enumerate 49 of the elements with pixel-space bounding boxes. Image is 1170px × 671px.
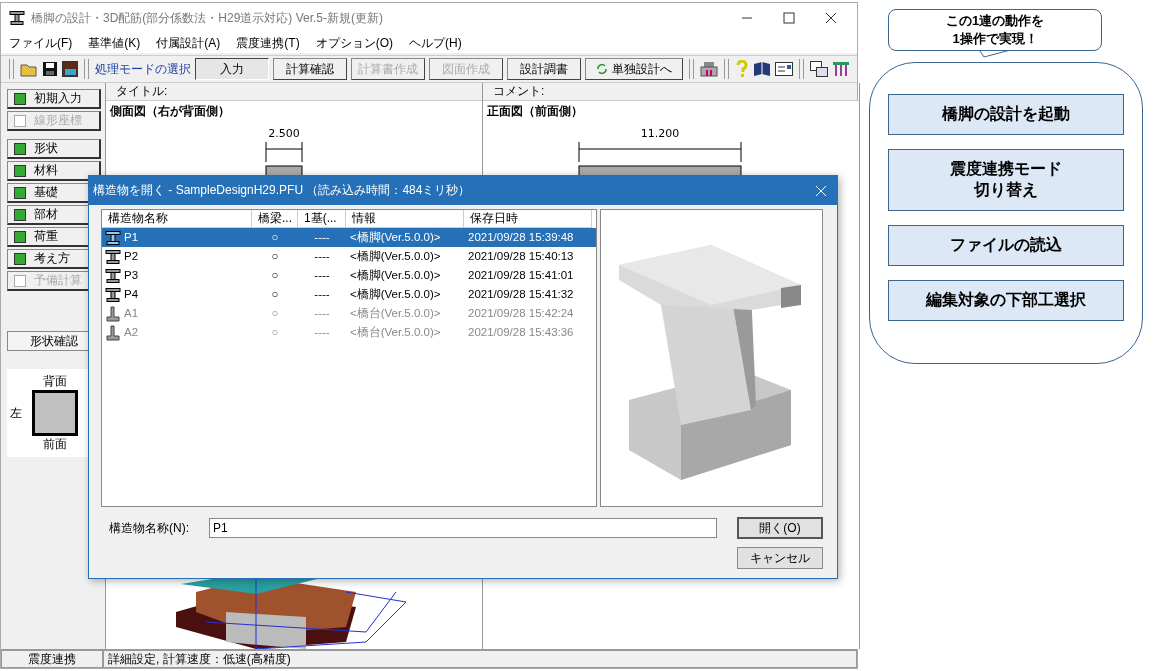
step-text: 編集対象の下部工選択 xyxy=(924,290,1087,310)
table-cell-text: 2021/09/28 15:41:32 xyxy=(467,287,575,302)
table-cell-text: P1 xyxy=(124,230,139,245)
table-cell-text: ---- xyxy=(313,325,331,340)
table-cell-text: ---- xyxy=(313,268,331,283)
orientation-label: 左 xyxy=(10,404,22,422)
drawing-title: 側面図（右が背面側） xyxy=(109,103,231,120)
table-cell-text: <橋脚(Ver.5.0.0)> xyxy=(349,230,442,245)
table-cell-text: 2021/09/28 15:40:13 xyxy=(467,249,575,264)
table-cell-text: P3 xyxy=(124,268,139,283)
table-cell-text: <橋脚(Ver.5.0.0)> xyxy=(349,287,442,302)
table-cell-text: A2 xyxy=(124,325,139,340)
table-cell-text: ○ xyxy=(270,230,280,245)
table-cell-text: P4 xyxy=(124,287,139,302)
table-cell-text: 2021/09/28 15:42:24 xyxy=(467,306,575,321)
mode-label: 処理モードの選択 xyxy=(95,60,191,78)
dimension-value: 2.500 xyxy=(268,127,300,140)
status-mode: 震度連携 xyxy=(1,650,103,668)
table-cell-text: ---- xyxy=(313,249,331,264)
step-text: 橋脚の設計を起動 xyxy=(940,104,1071,124)
step-text: 震度連携モード xyxy=(948,159,1063,179)
window-title: 橋脚の設計・3D配筋(部分係数法・H29道示対応) Ver.5-新規(更新) xyxy=(31,9,385,27)
table-cell-text: ○ xyxy=(270,287,280,302)
table-cell-text: <橋脚(Ver.5.0.0)> xyxy=(349,268,442,283)
field-label: 構造物名称(N): xyxy=(109,519,189,537)
table-cell-text: 2021/09/28 15:43:36 xyxy=(467,325,575,340)
pane-header: コメント: xyxy=(493,83,545,100)
table-cell-text: <橋脚(Ver.5.0.0)> xyxy=(349,249,442,264)
table-cell-text: 2021/09/28 15:41:01 xyxy=(467,268,575,283)
table-cell-text: ---- xyxy=(313,230,331,245)
table-cell-text: ○ xyxy=(270,268,280,283)
table-cell-text: ---- xyxy=(313,287,331,302)
dimension-value: 11.200 xyxy=(640,127,680,140)
step-text: 切り替え xyxy=(972,180,1039,200)
drawing-title: 正面図（前面側） xyxy=(486,103,584,120)
pane-header: タイトル: xyxy=(116,83,168,100)
table-cell-text: ○ xyxy=(270,249,280,264)
table-cell-text: ○ xyxy=(270,306,280,321)
table-cell-text: P2 xyxy=(124,249,139,264)
orientation-label: 背面 xyxy=(43,373,67,390)
orientation-label: 前面 xyxy=(43,436,67,453)
table-cell-text: <橋台(Ver.5.0.0)> xyxy=(349,325,442,340)
table-cell-text: ○ xyxy=(270,325,280,340)
table-cell-text: ---- xyxy=(313,306,331,321)
table-cell-text: 2021/09/28 15:39:48 xyxy=(467,230,575,245)
step-text: ファイルの読込 xyxy=(948,235,1063,255)
status-info: 詳細設定, 計算速度：低速(高精度) xyxy=(103,650,857,668)
table-cell-text: A1 xyxy=(124,306,139,321)
table-cell-text: <橋台(Ver.5.0.0)> xyxy=(349,306,442,321)
